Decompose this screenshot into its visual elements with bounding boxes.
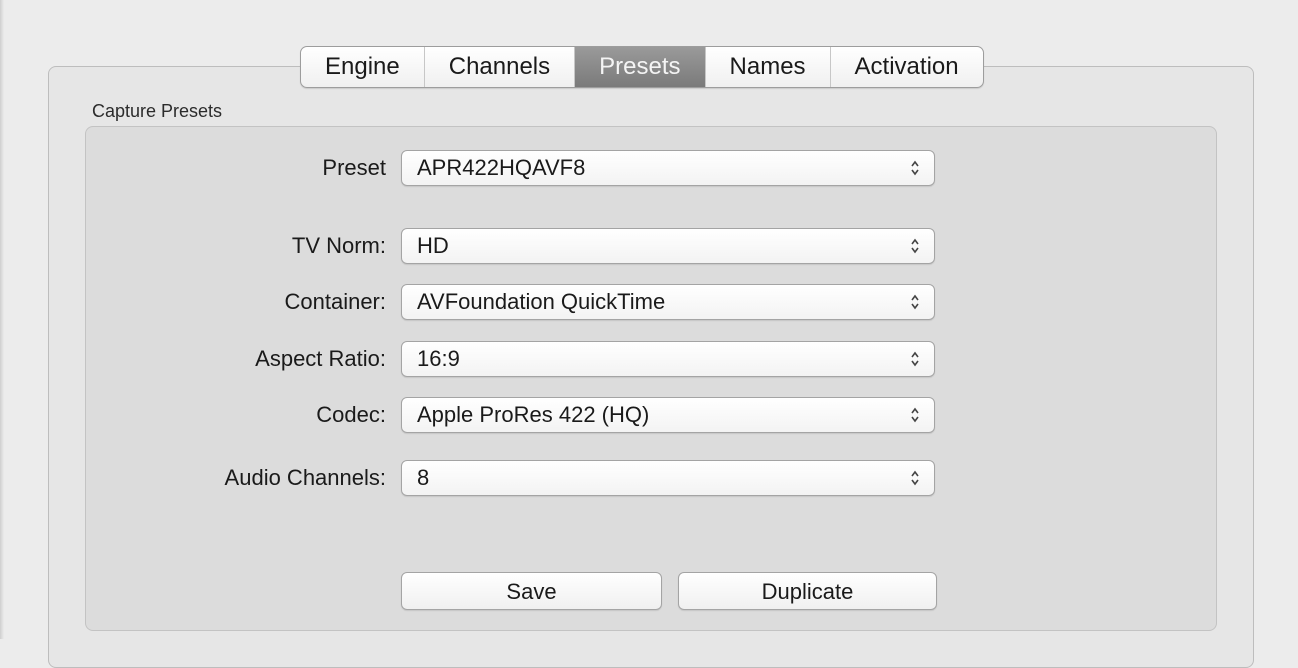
- audio-channels-value: 8: [417, 465, 430, 490]
- tab-activation[interactable]: Activation: [831, 47, 983, 87]
- duplicate-button[interactable]: Duplicate: [678, 572, 937, 610]
- save-button[interactable]: Save: [401, 572, 662, 610]
- codec-popup[interactable]: Apple ProRes 422 (HQ): [401, 397, 935, 433]
- up-down-chevron-icon: [911, 470, 919, 486]
- container-value: AVFoundation QuickTime: [417, 289, 666, 314]
- audio-channels-popup[interactable]: 8: [401, 460, 935, 496]
- aspect-ratio-popup[interactable]: 16:9: [401, 341, 935, 377]
- audio-channels-label: Audio Channels:: [224, 465, 386, 490]
- tab-channels[interactable]: Channels: [425, 47, 576, 87]
- tab-presets[interactable]: Presets: [575, 47, 706, 87]
- tv-norm-label: TV Norm:: [291, 233, 386, 258]
- capture-presets-title: Capture Presets: [92, 101, 223, 121]
- up-down-chevron-icon: [911, 407, 919, 423]
- aspect-ratio-label: Aspect Ratio:: [255, 346, 386, 371]
- codec-value: Apple ProRes 422 (HQ): [417, 402, 650, 427]
- container-label: Container:: [284, 289, 386, 314]
- preset-label: Preset: [322, 155, 386, 180]
- up-down-chevron-icon: [911, 351, 919, 367]
- tab-engine[interactable]: Engine: [301, 47, 425, 87]
- window-left-edge: [0, 0, 4, 639]
- tv-norm-value: HD: [417, 233, 449, 258]
- container-popup[interactable]: AVFoundation QuickTime: [401, 284, 935, 320]
- codec-label: Codec:: [316, 402, 386, 427]
- up-down-chevron-icon: [911, 238, 919, 254]
- preset-popup[interactable]: APR422HQAVF8: [401, 150, 935, 186]
- up-down-chevron-icon: [911, 294, 919, 310]
- tab-names[interactable]: Names: [706, 47, 831, 87]
- preset-value: APR422HQAVF8: [417, 155, 586, 180]
- aspect-ratio-value: 16:9: [417, 346, 460, 371]
- capture-presets-group: [85, 126, 1217, 631]
- tv-norm-popup[interactable]: HD: [401, 228, 935, 264]
- up-down-chevron-icon: [911, 160, 919, 176]
- tab-bar: Engine Channels Presets Names Activation: [300, 46, 984, 88]
